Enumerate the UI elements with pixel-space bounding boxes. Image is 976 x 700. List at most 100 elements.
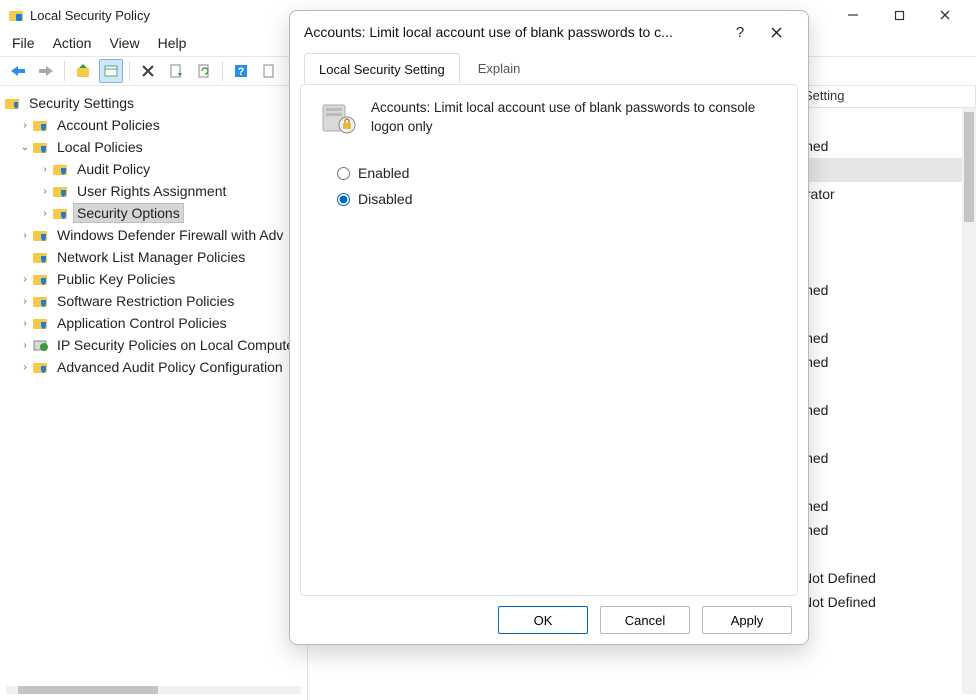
folder-shield-icon xyxy=(32,359,50,375)
help-button[interactable]: ? xyxy=(229,59,253,83)
minimize-button[interactable] xyxy=(830,0,876,30)
app-icon xyxy=(8,7,24,23)
tree-item-label: Public Key Policies xyxy=(54,270,178,288)
list-cell-setting: Not Defined xyxy=(796,570,976,586)
list-cell-setting: ined xyxy=(796,354,976,370)
tab-local-security-setting[interactable]: Local Security Setting xyxy=(304,53,460,84)
list-cell-setting: d xyxy=(796,234,976,250)
shield-folder-icon xyxy=(4,95,22,111)
refresh-button[interactable] xyxy=(192,59,216,83)
tree-item[interactable]: › Advanced Audit Policy Configuration xyxy=(4,356,307,378)
tab-explain[interactable]: Explain xyxy=(464,53,535,84)
folder-shield-icon xyxy=(32,249,50,265)
radio-disabled[interactable]: Disabled xyxy=(337,191,779,207)
tree-root[interactable]: Security Settings xyxy=(4,92,307,114)
list-cell-setting: d xyxy=(796,114,976,130)
tree-item[interactable]: › Audit Policy xyxy=(4,158,307,180)
ipsec-icon xyxy=(32,337,50,353)
tree-caret-icon[interactable]: › xyxy=(38,208,52,219)
tree-caret-icon[interactable]: › xyxy=(18,340,32,351)
tree-caret-icon[interactable]: › xyxy=(18,318,32,329)
ok-button[interactable]: OK xyxy=(498,606,588,634)
tree-caret-icon[interactable]: › xyxy=(18,274,32,285)
tree-item[interactable]: ⌄ Local Policies xyxy=(4,136,307,158)
tree-item[interactable]: › Software Restriction Policies xyxy=(4,290,307,312)
properties-button[interactable] xyxy=(99,59,123,83)
tree-item-label: Advanced Audit Policy Configuration xyxy=(54,358,286,376)
tree-item-label: Account Policies xyxy=(54,116,163,134)
dialog-close-button[interactable] xyxy=(758,16,794,48)
list-cell-setting: d xyxy=(796,426,976,442)
tree-item[interactable]: › User Rights Assignment xyxy=(4,180,307,202)
folder-shield-icon xyxy=(52,161,70,177)
tree-caret-icon[interactable]: › xyxy=(38,186,52,197)
up-button[interactable] xyxy=(71,59,95,83)
list-vscrollbar[interactable] xyxy=(962,108,976,694)
folder-shield-icon xyxy=(32,227,50,243)
dialog-title: Accounts: Limit local account use of bla… xyxy=(304,24,673,40)
dialog-help-button[interactable]: ? xyxy=(722,16,758,48)
tree-item-label: Application Control Policies xyxy=(54,314,230,332)
tree-caret-icon[interactable]: ⌄ xyxy=(18,142,32,153)
dialog-titlebar: Accounts: Limit local account use of bla… xyxy=(290,11,808,53)
tree-item-label: Local Policies xyxy=(54,138,146,156)
close-button[interactable] xyxy=(922,0,968,30)
tree-item-label: User Rights Assignment xyxy=(74,182,229,200)
maximize-button[interactable] xyxy=(876,0,922,30)
dialog-tabs: Local Security Setting Explain xyxy=(290,53,808,84)
tree-caret-icon[interactable]: › xyxy=(18,296,32,307)
menu-action[interactable]: Action xyxy=(53,35,92,51)
tree-item[interactable]: › Security Options xyxy=(4,202,307,224)
tree-item[interactable]: ·Network List Manager Policies xyxy=(4,246,307,268)
tree-item[interactable]: › IP Security Policies on Local Compute xyxy=(4,334,307,356)
list-cell-setting: ined xyxy=(796,450,976,466)
filter-button[interactable] xyxy=(257,59,281,83)
tree-caret-icon[interactable]: · xyxy=(18,252,32,263)
svg-text:?: ? xyxy=(238,66,245,78)
dialog-heading: Accounts: Limit local account use of bla… xyxy=(371,99,771,137)
forward-button[interactable] xyxy=(34,59,58,83)
list-cell-setting: trator xyxy=(796,186,976,202)
export-button[interactable] xyxy=(164,59,188,83)
tree-item[interactable]: › Windows Defender Firewall with Adv xyxy=(4,224,307,246)
back-button[interactable] xyxy=(6,59,30,83)
folder-shield-icon xyxy=(32,293,50,309)
delete-button[interactable] xyxy=(136,59,160,83)
properties-dialog: Accounts: Limit local account use of bla… xyxy=(289,10,809,645)
apply-button[interactable]: Apply xyxy=(702,606,792,634)
folder-shield-icon xyxy=(52,183,70,199)
tree-item-label: Windows Defender Firewall with Adv xyxy=(54,226,286,244)
menu-help[interactable]: Help xyxy=(158,35,187,51)
folder-shield-icon xyxy=(32,139,50,155)
tree-item-label: IP Security Policies on Local Compute xyxy=(54,336,297,354)
list-cell-setting: ined xyxy=(796,402,976,418)
tree-item-label: Audit Policy xyxy=(74,160,153,178)
menu-file[interactable]: File xyxy=(12,35,35,51)
tree-item[interactable]: › Application Control Policies xyxy=(4,312,307,334)
tree-caret-icon[interactable]: › xyxy=(18,230,32,241)
tree-caret-icon[interactable]: › xyxy=(38,164,52,175)
tree-hscrollbar[interactable] xyxy=(6,686,301,694)
radio-enabled-input[interactable] xyxy=(337,167,350,180)
radio-disabled-input[interactable] xyxy=(337,193,350,206)
tree-item-label: Software Restriction Policies xyxy=(54,292,237,310)
tree-caret-icon[interactable]: › xyxy=(18,362,32,373)
folder-shield-icon xyxy=(32,315,50,331)
radio-enabled[interactable]: Enabled xyxy=(337,165,779,181)
policy-icon xyxy=(319,99,357,137)
list-cell-setting: ined xyxy=(796,138,976,154)
tree-item[interactable]: › Account Policies xyxy=(4,114,307,136)
tree-item-label: Security Options xyxy=(74,204,183,222)
list-cell-setting: Not Defined xyxy=(796,594,976,610)
folder-shield-icon xyxy=(32,271,50,287)
dialog-button-row: OK Cancel Apply xyxy=(290,596,808,644)
menu-view[interactable]: View xyxy=(109,35,139,51)
tree-caret-icon[interactable]: › xyxy=(18,120,32,131)
radio-enabled-label: Enabled xyxy=(358,165,409,181)
dialog-body: Accounts: Limit local account use of bla… xyxy=(300,84,798,596)
tree-item[interactable]: › Public Key Policies xyxy=(4,268,307,290)
list-header-setting[interactable]: Setting xyxy=(796,86,976,107)
folder-shield-icon xyxy=(52,205,70,221)
list-cell-setting: ined xyxy=(796,522,976,538)
cancel-button[interactable]: Cancel xyxy=(600,606,690,634)
